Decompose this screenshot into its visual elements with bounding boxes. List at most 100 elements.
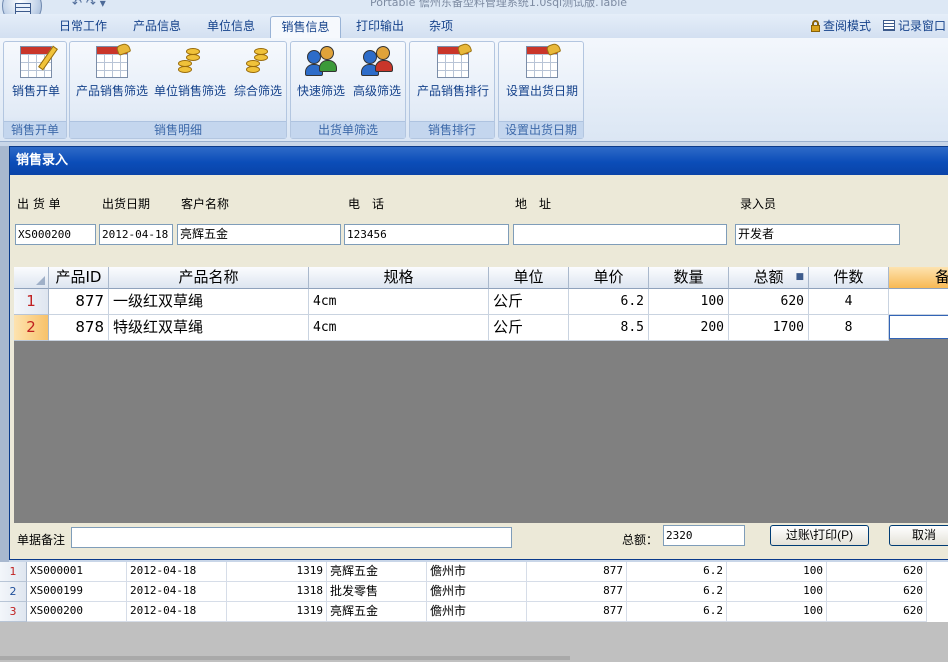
cell-total[interactable]: 1700 (729, 315, 809, 341)
row-number[interactable]: 3 (0, 602, 27, 622)
cell-qty[interactable]: 100 (649, 289, 729, 315)
cell-product-id[interactable]: 877 (527, 562, 627, 582)
clerk-field[interactable]: 开发者 (735, 224, 900, 245)
group-sales-detail: 产品销售筛选 单位销售筛选 综合筛选 销售明细 (69, 41, 287, 139)
row-number[interactable]: 2 (14, 315, 49, 341)
cell-customer[interactable]: 批发零售 (327, 582, 427, 602)
list-icon (883, 20, 895, 31)
cell-price[interactable]: 6.2 (627, 602, 727, 622)
cell-qty[interactable]: 100 (727, 602, 827, 622)
quick-filter-button[interactable]: 快速筛选 (294, 44, 348, 102)
cell-total[interactable]: 620 (729, 289, 809, 315)
tab-print-output[interactable]: 打印输出 (345, 16, 415, 38)
col-product-name[interactable]: 产品名称 (109, 267, 309, 289)
cell-total[interactable]: 620 (827, 582, 927, 602)
row-number[interactable]: 2 (0, 582, 27, 602)
cell-city[interactable]: 儋州市 (427, 582, 527, 602)
sales-order-button[interactable]: 销售开单 (6, 44, 66, 102)
cell-order-no[interactable]: XS000200 (27, 602, 127, 622)
cell-qty[interactable]: 100 (727, 562, 827, 582)
quick-access-toolbar[interactable]: ↶ ↷ ▾ (72, 0, 106, 10)
cell-unit[interactable]: 公斤 (489, 315, 569, 341)
cell-total[interactable]: 620 (827, 602, 927, 622)
pencil-sheet-icon (20, 45, 58, 78)
cell-order-no[interactable]: XS000199 (27, 582, 127, 602)
cell-number[interactable]: 1319 (227, 602, 327, 622)
cell-number[interactable]: 1319 (227, 562, 327, 582)
post-print-button[interactable]: 过账\打印(P) (770, 525, 869, 546)
cell-unit[interactable]: 公斤 (489, 289, 569, 315)
cell-price[interactable]: 6.2 (627, 582, 727, 602)
tab-sales-info[interactable]: 销售信息 (270, 16, 341, 38)
col-total[interactable]: 总额 ■ (729, 267, 809, 289)
date-field[interactable]: 2012-04-18 (99, 224, 173, 245)
cell-city[interactable]: 儋州市 (427, 562, 527, 582)
remark-field[interactable] (71, 527, 512, 548)
tab-product-info[interactable]: 产品信息 (122, 16, 192, 38)
col-spec[interactable]: 规格 (309, 267, 489, 289)
col-unit[interactable]: 单位 (489, 267, 569, 289)
col-price[interactable]: 单价 (569, 267, 649, 289)
cell-customer[interactable]: 亮辉五金 (327, 562, 427, 582)
address-field[interactable] (513, 224, 727, 245)
col-pieces[interactable]: 件数 (809, 267, 889, 289)
advanced-filter-button[interactable]: 高级筛选 (349, 44, 405, 102)
order-no-field[interactable]: XS000200 (15, 224, 96, 245)
total-field[interactable]: 2320 (663, 525, 745, 546)
cell-product-id[interactable]: 877 (49, 289, 109, 315)
cell-qty[interactable]: 200 (649, 315, 729, 341)
col-qty[interactable]: 数量 (649, 267, 729, 289)
cell-note[interactable] (889, 289, 948, 315)
cell-qty[interactable]: 100 (727, 582, 827, 602)
address-label: 地 址 (515, 197, 552, 211)
tab-misc[interactable]: 杂项 (419, 16, 463, 38)
set-ship-date-button[interactable]: 设置出货日期 (501, 42, 583, 102)
cell-product-name[interactable]: 特级红双草绳 (109, 315, 309, 341)
unit-sales-filter-button[interactable]: 单位销售筛选 (152, 44, 228, 102)
cell-spec[interactable]: 4cm (309, 315, 489, 341)
cell-number[interactable]: 1318 (227, 582, 327, 602)
row-number[interactable]: 1 (0, 562, 27, 582)
cell-date[interactable]: 2012-04-18 (127, 602, 227, 622)
quick-filter-label: 快速筛选 (296, 84, 345, 98)
date-label: 出货日期 (102, 197, 151, 211)
record-window-link[interactable]: 记录窗口 (883, 17, 946, 34)
sales-line-grid[interactable]: 产品ID 产品名称 规格 单位 单价 数量 总额 ■ 件数 备 1 877 一级红… (14, 267, 948, 523)
product-sales-ranking-button[interactable]: 产品销售排行 (412, 42, 494, 102)
coins-icon (242, 46, 274, 78)
cancel-button[interactable]: 取消 (889, 525, 948, 546)
cell-product-id[interactable]: 878 (49, 315, 109, 341)
col-product-id[interactable]: 产品ID (49, 267, 109, 289)
cell-price[interactable]: 6.2 (569, 289, 649, 315)
cell-product-id[interactable]: 877 (527, 602, 627, 622)
cell-product-id[interactable]: 877 (527, 582, 627, 602)
cell-spec[interactable]: 4cm (309, 289, 489, 315)
cell-date[interactable]: 2012-04-18 (127, 562, 227, 582)
cell-price[interactable]: 8.5 (569, 315, 649, 341)
phone-field[interactable]: 123456 (344, 224, 509, 245)
tab-daily-work[interactable]: 日常工作 (48, 16, 118, 38)
product-sales-filter-button[interactable]: 产品销售筛选 (73, 42, 151, 102)
group-caption: 销售开单 (4, 121, 66, 138)
sales-order-label: 销售开单 (11, 84, 60, 98)
customer-field[interactable]: 亮辉五金 (177, 224, 341, 245)
cell-pieces[interactable]: 8 (809, 315, 889, 341)
horizontal-scrollbar[interactable] (0, 656, 570, 660)
query-mode-link[interactable]: 查阅模式 (810, 17, 871, 34)
cell-order-no[interactable]: XS000001 (27, 562, 127, 582)
cell-pieces[interactable]: 4 (809, 289, 889, 315)
cell-customer[interactable]: 亮辉五金 (327, 602, 427, 622)
combined-filter-button[interactable]: 综合筛选 (230, 44, 286, 102)
cell-city[interactable]: 儋州市 (427, 602, 527, 622)
col-note[interactable]: 备 (889, 267, 948, 289)
ribbon: 销售开单 销售开单 产品销售筛选 单位销售筛选 综合筛选 销售明细 快速筛选 高… (0, 38, 948, 142)
row-number[interactable]: 1 (14, 289, 49, 315)
cell-product-name[interactable]: 一级红双草绳 (109, 289, 309, 315)
cell-price[interactable]: 6.2 (627, 562, 727, 582)
cell-total[interactable]: 620 (827, 562, 927, 582)
tab-unit-info[interactable]: 单位信息 (196, 16, 266, 38)
cell-note-active[interactable] (889, 315, 948, 339)
grid-corner[interactable] (14, 267, 49, 289)
total-label: 总额： (622, 533, 659, 547)
cell-date[interactable]: 2012-04-18 (127, 582, 227, 602)
